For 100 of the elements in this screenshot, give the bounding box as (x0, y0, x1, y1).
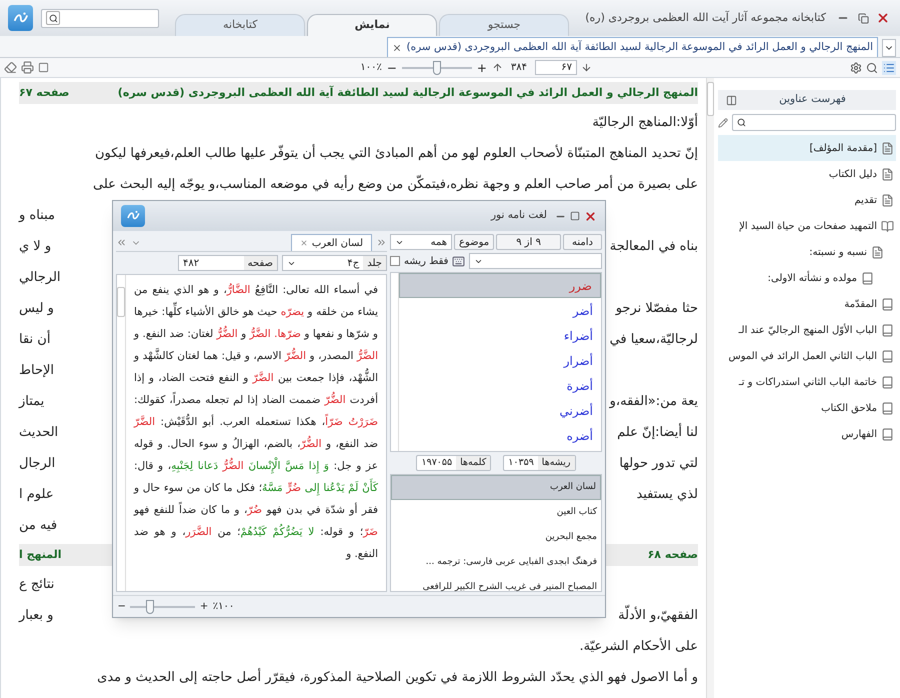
box-icon[interactable] (38, 62, 49, 73)
subject-dropdown[interactable]: همه (390, 234, 452, 250)
page-header: صفحه ۶۸ (648, 546, 698, 563)
book-icon (861, 272, 874, 284)
page-field[interactable]: ۶۷ (535, 60, 577, 75)
outline-item[interactable]: التمهيد صفحات من حياة السيد الإ (718, 213, 896, 239)
view-tab[interactable]: نمایش (307, 14, 438, 36)
outline-item[interactable]: [مقدمة المؤلف] (718, 135, 896, 161)
zoom-out-button[interactable]: − (386, 58, 398, 76)
volume-dropdown[interactable]: جلد ج۴ (282, 255, 387, 271)
down-arrow-icon[interactable] (581, 62, 592, 73)
zoom-out-button[interactable]: − (117, 599, 126, 614)
text-line: نتائج ع (19, 576, 54, 594)
text-line: و أما الاصول فهو الذي يحدّد الشروط اللازمة في تكوين الصلاحية المذكورة، فيقرّر أصل حاجته إلى الحديث و مدى (97, 668, 698, 687)
app-logo-icon (8, 5, 34, 31)
scroll-tabs-icon[interactable] (116, 237, 127, 248)
view-tab[interactable]: جستجو (439, 14, 570, 36)
text-line: يعة من:«الفقه،و (610, 392, 698, 411)
printer-icon[interactable] (21, 61, 34, 74)
text-line: الإحاط (19, 362, 54, 380)
outline-item[interactable]: ملاحق الكتاب (718, 395, 896, 421)
page-header: المنهج ا (19, 546, 62, 563)
slider-thumb[interactable] (146, 600, 154, 614)
text-line: الحديث (19, 424, 58, 442)
tabs-dropdown[interactable] (882, 39, 896, 57)
close-icon[interactable] (392, 42, 402, 52)
zoom-value: ٪۱۰۰ (212, 600, 234, 614)
book-item[interactable]: مجمع البحرين (391, 525, 601, 550)
outline-item[interactable]: تقديم (718, 187, 896, 213)
maximize-icon[interactable] (570, 211, 580, 221)
close-icon[interactable] (584, 210, 597, 222)
scroll-tabs-icon[interactable] (376, 237, 387, 248)
page-header: المنهج الرجالي و العمل الرائد في الموسوعة الرجالية لسيد الطائفة آية الله العظمى البروجردى (قدس سره) (118, 84, 698, 101)
close-icon[interactable] (876, 11, 890, 25)
up-arrow-icon[interactable] (492, 62, 503, 73)
settings-icon[interactable] (850, 62, 862, 74)
book-icon (881, 402, 894, 414)
word-search-field[interactable] (469, 253, 602, 269)
document-tab[interactable]: المنهج الرجالي و العمل الرائد في الموسوعة الرجالية لسيد الطائفة آية الله العظمى البروجردى (قدس سره) (387, 37, 878, 57)
zoom-value: ۱۰۰٪ (360, 61, 382, 75)
text-line: إنّ تحديد المناهج المتبنّاة لأصحاب العلوم لهو من أهم المبادئ التي يجب أن يتوفّر عليها طالب العلم،فيعرفها ليكون (94, 144, 698, 163)
book-item[interactable]: كتاب العين (391, 500, 601, 526)
page-header: صفحه ۶۷ (19, 84, 70, 101)
zoom-in-button[interactable]: + (199, 599, 209, 614)
outline-item[interactable]: مولده و نشأته الاولى: (718, 265, 896, 291)
page-icon (881, 168, 894, 180)
list-icon[interactable] (882, 60, 896, 74)
text-line: أن نقا (19, 330, 50, 349)
zoom-slider[interactable] (130, 600, 196, 614)
word-item[interactable]: أضراء (399, 323, 601, 348)
text-line: و ليس (19, 300, 54, 318)
zoom-in-button[interactable]: + (476, 58, 488, 76)
text-line: لذي يستفيد (636, 486, 698, 504)
text-line: على الأحكام الشرعيّة. (579, 636, 698, 656)
outline-item[interactable]: الباب الأوّل المنهج الرجاليّ عند الـ (718, 317, 896, 343)
text-line: و بعبار (19, 606, 54, 625)
word-item[interactable]: أضر (399, 298, 601, 323)
search-field[interactable] (41, 8, 160, 28)
text-line: حثا مفصّلا نرجو (616, 300, 698, 318)
book-tab[interactable]: لسان العرب (290, 234, 372, 251)
scrollbar-thumb[interactable] (707, 82, 714, 116)
word-item[interactable]: ضرر (399, 273, 601, 298)
text-line: أوّلا:المناهج الرجاليّة (592, 112, 698, 132)
zoom-slider[interactable] (402, 60, 472, 74)
view-tab[interactable]: کتابخانه (175, 14, 306, 36)
total-pages: ۳۸۴ (510, 61, 528, 75)
word-item[interactable]: أضره (399, 423, 601, 448)
panel-toggle-icon[interactable] (726, 94, 737, 106)
word-item[interactable]: أضرة (399, 373, 601, 398)
word-item[interactable]: أضرني (399, 398, 601, 423)
book-icon (881, 298, 894, 310)
dialog-title: لغت نامه نور (490, 208, 547, 224)
outline-item[interactable]: دليل الكتاب (718, 161, 896, 187)
scope-button[interactable]: دامنه (563, 234, 602, 250)
outline-item[interactable]: خاتمة الباب الثاني استدراكات و تـ (718, 369, 896, 395)
book-icon (881, 324, 894, 336)
keyboard-icon[interactable] (452, 254, 466, 268)
book-item[interactable]: المصباح المنير فى غريب الشرح الكبير للرافعى (391, 575, 601, 591)
restore-icon[interactable] (858, 12, 868, 24)
pencil-icon[interactable] (718, 118, 728, 128)
text-line: و لا ي (19, 238, 52, 256)
text-line: لنا أيضا:إنّ علم (617, 422, 698, 442)
book-item[interactable]: لسان العرب (391, 475, 601, 500)
root-only-checkbox[interactable]: فقط ریشه (390, 254, 448, 268)
slider-thumb[interactable] (432, 60, 441, 74)
eraser-icon[interactable] (4, 61, 17, 74)
search-icon[interactable] (866, 62, 878, 74)
outline-item[interactable]: نسبه و نسبته: (718, 239, 896, 265)
search-icon (48, 14, 58, 22)
page-icon (881, 142, 894, 154)
page-field[interactable]: صفحه ۴۸۲ (178, 255, 278, 271)
entry-text: في أسماء الله تعالى: النَّافِعُ الضَّارُّ، و هو الذي ينفع من يشاء من خلقه و يضرّه حيث هو خالق الأشياء كلِّها: خيرها و شرّها و نفعها و ضرّها. الضَّرُّ و الضُّرُّ لغتان: ضد النفع. و الضَّرُّ المصدر، و الضُّرّ الاسم، و قيل: هما لغتان كالشَّهْد و الشُّهْد، فإذا جمعت بين الضَّرّ و النفع فتحت الضاد، و إذا أفردت الضُّرّ ضممت الضاد إذا لم تجعله مصدراً، كقولك: ضَرَرْتُ ضَرّاً، هكذا تستعمله العرب. أبو الدُّقَيْش: الضَّرّ ضد النفع، و الضُّرّ، بالضم، الهزالُ و سوء الحال. و قوله عز و جل: وَ إِذا مَسَّ الْإِنْسانَ الضُّرُّ دَعانا لِجَنْبِهِ، و قال: كَأَنْ لَمْ يَدْعُنا إِلى ضُرٍّ مَسَّهُ؛ فكل ما كان من سوء حال و فقر أو شدّة في بدن فهو ضُرّ، و ما كان ضداً للنفع فهو ضَرّ؛ و قوله: لا يَضُرُّكُمْ كَيْدُهُمْ؛ من الضَّرَر، و هو ضد النفع. و (132, 282, 380, 562)
outline-item[interactable]: الفهارس (718, 421, 896, 447)
book-item[interactable]: فرهنگ ابجدى الفبايى عربى فارسى: ترجمه ... (391, 550, 601, 576)
word-item[interactable]: أضرار (399, 348, 601, 373)
book-icon (881, 376, 894, 388)
outline-search-field[interactable] (732, 114, 896, 131)
outline-item[interactable]: المقدّمة (718, 291, 896, 317)
outline-item[interactable]: الباب الثاني العمل الرائد في الموس (718, 343, 896, 369)
scrollbar-thumb[interactable] (117, 287, 125, 317)
